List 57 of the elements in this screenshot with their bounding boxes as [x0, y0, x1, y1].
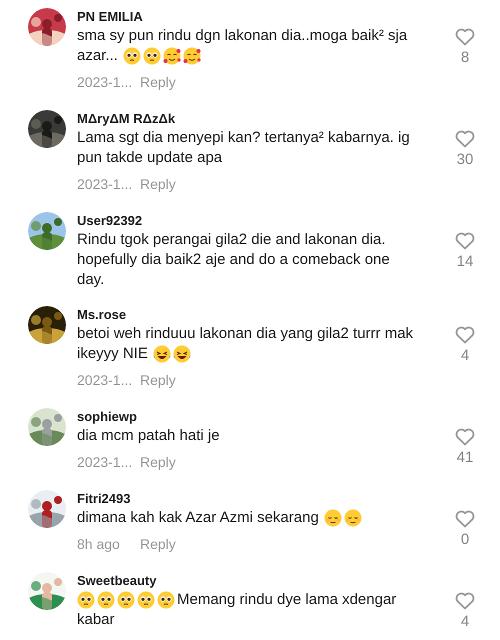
like-count: 0	[460, 530, 470, 550]
comment-time: 2023-1...	[77, 176, 134, 192]
like-count: 30	[456, 150, 474, 170]
comment-time: 2023-1...	[77, 74, 134, 90]
pleading-emoji-icon	[97, 591, 115, 609]
comment-time: 8h ago	[77, 536, 121, 552]
like-count: 4	[460, 346, 470, 366]
username: MΔryΔM RΔzΔk	[77, 110, 176, 128]
comment-text: hopefully dia baik2 aje and do a comeback one	[77, 250, 390, 270]
comment-text: day.	[77, 270, 104, 290]
comment-text: betoi weh rinduuu lakonan dia yang gila2 turrr mak	[77, 324, 414, 344]
reply-button[interactable]: Reply	[140, 372, 176, 388]
comment-time: 2023-1...	[77, 454, 134, 470]
reply-button[interactable]: Reply	[140, 176, 176, 192]
username: Ms.rose	[77, 306, 128, 324]
comment-text: sma sy pun rindu dgn lakonan dia..moga baik² sja	[77, 26, 408, 46]
pleading-emoji-icon	[142, 47, 161, 65]
pleading-emoji-icon	[117, 591, 135, 609]
comment-text: pun takde update apa	[77, 148, 222, 168]
username: Sweetbeauty	[77, 572, 158, 590]
like-count: 8	[460, 48, 470, 68]
comment-text: Rindu tgok perangai gila2 die and lakonan dia.	[77, 230, 386, 250]
heart-icon[interactable]	[455, 510, 475, 528]
reply-button[interactable]: Reply	[140, 536, 176, 552]
relieved-emoji-icon	[344, 509, 362, 527]
username: sophiewp	[77, 408, 138, 426]
heart-icon[interactable]	[455, 28, 475, 46]
pleading-emoji-icon	[77, 591, 95, 609]
pleading-emoji-icon	[137, 591, 155, 609]
reply-button[interactable]: Reply	[140, 74, 176, 90]
comment-text: azar...	[77, 46, 118, 66]
heart-icon[interactable]	[455, 428, 475, 446]
laughing-emoji-icon	[152, 345, 171, 363]
pleading-emoji-icon	[157, 591, 175, 609]
comment-text: Memang rindu dye lama xdengar	[177, 590, 396, 610]
relieved-emoji-icon	[324, 509, 342, 527]
comment-text: kabar	[77, 610, 115, 630]
username: PN EMILIA	[77, 8, 144, 26]
comment-time: 2023-1...	[77, 372, 134, 388]
smiling-hearts-emoji-icon	[182, 47, 201, 65]
comment-text: dimana kah kak Azar Azmi sekarang	[77, 508, 319, 528]
like-count: 14	[456, 252, 474, 272]
like-count: 41	[456, 448, 474, 468]
pleading-emoji-icon	[122, 47, 141, 65]
comment-text: dia mcm patah hati je	[77, 426, 220, 446]
reply-button[interactable]: Reply	[140, 454, 176, 470]
heart-icon[interactable]	[455, 232, 475, 250]
comment-text: Lama sgt dia menyepi kan? tertanya² kabarnya. ig	[77, 128, 410, 148]
smiling-hearts-emoji-icon	[162, 47, 181, 65]
laughing-emoji-icon	[172, 345, 191, 363]
comment-text: ikeyyy NIE	[77, 344, 148, 364]
heart-icon[interactable]	[455, 592, 475, 610]
like-count: 4	[460, 612, 470, 632]
heart-icon[interactable]	[455, 130, 475, 148]
username: User92392	[77, 212, 144, 230]
heart-icon[interactable]	[455, 326, 475, 344]
username: Fitri2493	[77, 490, 132, 508]
